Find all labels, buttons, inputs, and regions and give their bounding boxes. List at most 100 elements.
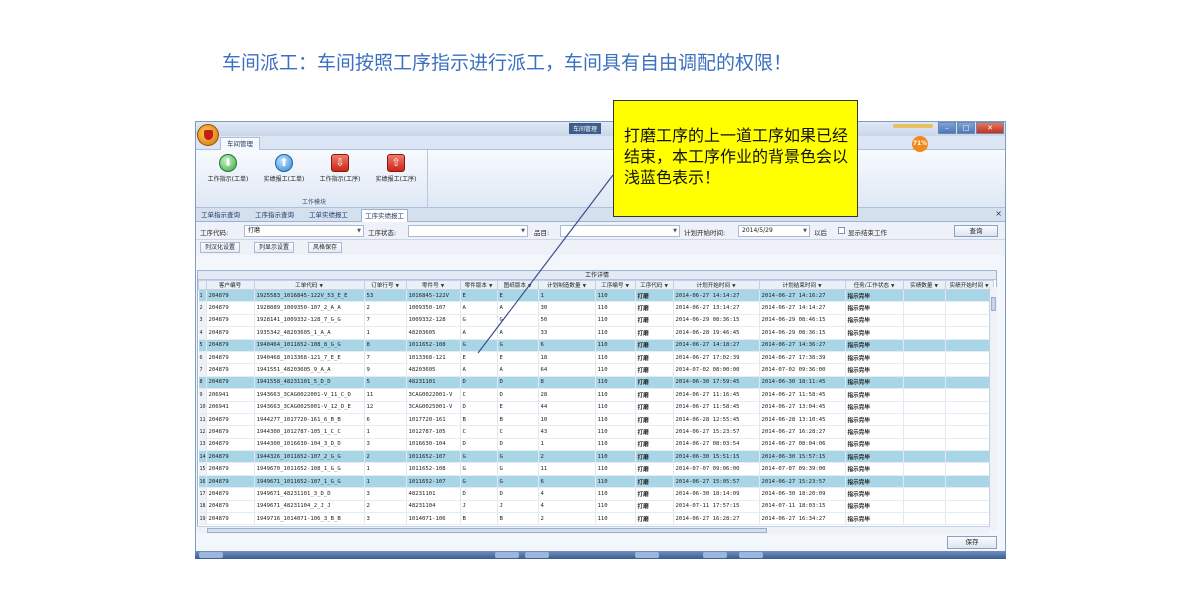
- filter-icon[interactable]: ▼: [818, 284, 821, 289]
- table-cell: 11: [538, 462, 596, 476]
- column-header[interactable]: 任务/工作状态 ▼: [844, 280, 904, 290]
- minimize-button[interactable]: –: [938, 122, 956, 134]
- table-cell: 9: [364, 363, 407, 377]
- table-row[interactable]: 12 204879 1944300_1012787-105_1_C_C 1 101278…: [198, 425, 994, 439]
- table-row[interactable]: 6 204879 1940468_1013368-121_7_E_E 7 1013368…: [198, 351, 994, 365]
- table-row[interactable]: 17 204879 1949671_48231101_3_D_D 3 48231101 D…: [198, 487, 994, 501]
- column-header[interactable]: 计划制造数量 ▼: [537, 280, 596, 290]
- taskbar-item[interactable]: [525, 552, 549, 558]
- table-row[interactable]: 14 204879 1944326_1011652-107_2_G_G 2 101165…: [198, 450, 994, 464]
- table-cell: 204879: [206, 326, 255, 340]
- taskbar-item[interactable]: [495, 552, 519, 558]
- vertical-scrollbar[interactable]: [989, 287, 997, 530]
- table-row[interactable]: 7 204879 1941551_48203605_9_A_A 9 48203605 A A…: [198, 363, 994, 377]
- column-header[interactable]: 图纸版本 ▼: [496, 280, 539, 290]
- close-icon[interactable]: ×: [995, 209, 1002, 218]
- work-order-report-button[interactable]: ⬆ 实绩报工(工单): [256, 154, 312, 183]
- filter-icon[interactable]: ▼: [732, 284, 735, 289]
- table-row[interactable]: 5 204879 1940464_1011652-108_8_G_G 8 1011652…: [198, 339, 994, 352]
- operation-instruction-button[interactable]: ⇩ 工作指示(工序): [312, 154, 368, 183]
- column-header[interactable]: 实绩开始时间 ▼: [944, 280, 994, 290]
- table-row[interactable]: 1 204879 1925583_1016845-122V_53_E_E 53 1016…: [198, 289, 994, 303]
- filter-icon[interactable]: ▼: [934, 284, 937, 289]
- op-code-value: 打磨: [248, 227, 261, 234]
- table-row[interactable]: 3 204879 1928141_1009332-128_7_G_G 7 1009332…: [198, 314, 994, 328]
- start-icon[interactable]: [199, 552, 223, 558]
- filter-icon[interactable]: ▼: [625, 284, 628, 289]
- table-cell: [945, 376, 994, 390]
- table-cell: 2014-07-07 09:39:00: [759, 462, 846, 476]
- filter-icon[interactable]: ▼: [395, 284, 398, 289]
- table-row[interactable]: 2 204879 1928089_1009350-107_2_A_A 2 1009350…: [198, 301, 994, 315]
- horizontal-scrollbar[interactable]: [197, 526, 990, 534]
- table-row[interactable]: 10 206941 1943663_3CAG0025001-V_12_D_E 12 3C…: [198, 401, 994, 414]
- show-end-checkbox[interactable]: [838, 227, 845, 234]
- column-header[interactable]: 工序编号 ▼: [594, 280, 636, 290]
- column-header[interactable]: 计划开始时间 ▼: [672, 280, 760, 290]
- save-button[interactable]: 保存: [947, 536, 997, 549]
- column-header[interactable]: 计划结束时间 ▼: [758, 280, 846, 290]
- tab-work-order-query[interactable]: 工单指示查询: [198, 209, 243, 222]
- column-header[interactable]: 客户编号: [205, 280, 255, 290]
- tab-work-order-report[interactable]: 工单实绩报工: [306, 209, 351, 222]
- table-cell: 1: [364, 326, 407, 340]
- table-cell: [945, 289, 994, 303]
- filter-icon[interactable]: ▼: [441, 284, 444, 289]
- table-row[interactable]: 8 204879 1941558_48231101_5_D_D 5 48231101 D D…: [198, 376, 994, 390]
- item-select[interactable]: ▼: [560, 225, 680, 237]
- table-cell: 指示完毕: [845, 301, 904, 315]
- taskbar-item[interactable]: [703, 552, 727, 558]
- taskbar: [195, 551, 1006, 559]
- ribbon-tab-workshop[interactable]: 车间管理: [220, 137, 260, 150]
- chevron-down-icon: ▼: [357, 228, 361, 234]
- close-window-button[interactable]: ✕: [976, 122, 1004, 134]
- table-cell: 1928141_1009332-128_7_G_G: [254, 314, 365, 328]
- column-header[interactable]: 工单代码 ▼: [253, 280, 365, 290]
- table-row[interactable]: 18 204879 1949671_48231104_2_J_J 2 48231104 J…: [198, 500, 994, 514]
- tab-operation-report[interactable]: 工序实绩报工: [361, 209, 408, 222]
- filter-icon[interactable]: ▼: [489, 284, 492, 289]
- column-header[interactable]: 工序代码 ▼: [634, 280, 674, 290]
- tab-operation-query[interactable]: 工序指示查询: [252, 209, 297, 222]
- query-button[interactable]: 查询: [954, 225, 998, 237]
- filter-icon[interactable]: ▼: [528, 284, 531, 289]
- table-row[interactable]: 16 204879 1949671_1011652-107_1_G_G 1 101165…: [198, 475, 994, 489]
- style-save-button[interactable]: 风格保存: [308, 242, 343, 253]
- filter-icon[interactable]: ▼: [583, 284, 586, 289]
- plan-start-date-input[interactable]: 2014/5/29 ▼: [738, 225, 810, 237]
- op-status-select[interactable]: ▼: [408, 225, 528, 237]
- column-header[interactable]: 实绩数量 ▼: [902, 280, 946, 290]
- filter-icon[interactable]: ▼: [891, 284, 894, 289]
- scroll-thumb[interactable]: [991, 297, 996, 311]
- column-header[interactable]: 订单行号 ▼: [363, 280, 407, 290]
- work-order-instruction-button[interactable]: ⬇ 工作指示(工单): [200, 154, 256, 183]
- column-display-button[interactable]: 列显示设置: [254, 242, 295, 253]
- taskbar-item[interactable]: [635, 552, 659, 558]
- table-row[interactable]: 13 204879 1944300_1016630-104_3_D_D 3 101663…: [198, 438, 994, 452]
- table-cell: 1940468_1013368-121_7_E_E: [254, 351, 365, 365]
- taskbar-item[interactable]: [739, 552, 763, 558]
- op-code-select[interactable]: 打磨 ▼: [244, 225, 364, 237]
- table-cell: 2: [538, 512, 596, 526]
- table-cell: 1013368-121: [406, 351, 461, 365]
- table-row[interactable]: 9 206941 1943663_3CAG0022001-V_11_C_D 11 3CA…: [198, 388, 994, 402]
- table-row[interactable]: 11 204879 1944277_1017720-161_6_B_B 6 101772…: [198, 413, 994, 427]
- filter-icon[interactable]: ▼: [319, 284, 322, 289]
- app-logo-icon[interactable]: [197, 124, 219, 146]
- table-cell: 3: [364, 438, 407, 452]
- table-cell: [945, 462, 994, 476]
- column-header[interactable]: 零件号 ▼: [405, 280, 461, 290]
- table-cell: 指示完毕: [845, 475, 904, 489]
- table-row[interactable]: 19 204879 1949716_1014071-106_3_B_B 3 101407…: [198, 512, 994, 526]
- maximize-button[interactable]: □: [957, 122, 975, 134]
- table-cell: D: [497, 487, 539, 501]
- table-row[interactable]: 15 204879 1949670_1011652-108_1_G_G 1 101165…: [198, 462, 994, 476]
- table-cell: G: [460, 450, 498, 464]
- operation-report-button[interactable]: ⇧ 实绩报工(工序): [368, 154, 424, 183]
- column-localize-button[interactable]: 列汉化设置: [200, 242, 241, 253]
- table-row[interactable]: 4 204879 1935342_48203605_1_A_A 1 48203605 A A…: [198, 326, 994, 340]
- filter-icon[interactable]: ▼: [664, 284, 667, 289]
- column-header[interactable]: 零件版本 ▼: [459, 280, 498, 290]
- scroll-thumb[interactable]: [207, 528, 767, 533]
- column-header-label: 计划开始时间: [696, 283, 731, 289]
